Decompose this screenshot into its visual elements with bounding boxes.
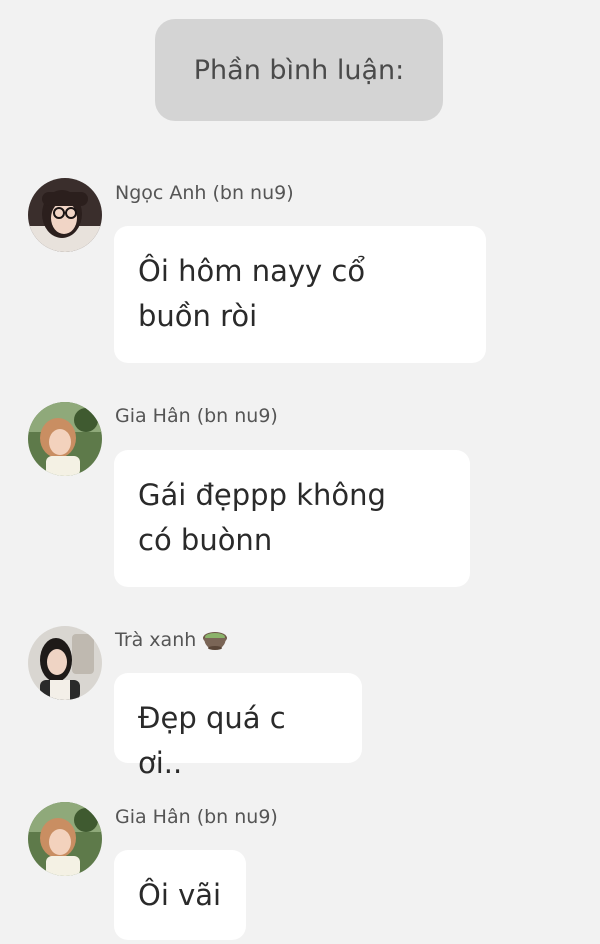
comment-bubble[interactable]: Gái đẹppp không có buònn — [114, 450, 470, 587]
avatar[interactable] — [28, 802, 102, 876]
comment-author[interactable]: Gia Hân (bn nu9) — [115, 405, 278, 427]
comment-text-line: Ôi vãi — [138, 878, 222, 912]
avatar[interactable] — [28, 626, 102, 700]
comment-author[interactable]: Trà xanh — [115, 629, 228, 656]
comment-text-line: Ôi hôm nayy cổ — [138, 254, 366, 288]
comment-text-line: Đẹp quá c ơi.. — [138, 701, 286, 780]
comments-section-title: Phần bình luận: — [155, 19, 443, 121]
avatar[interactable] — [28, 402, 102, 476]
comment-text-line: có buònn — [138, 523, 273, 557]
comment-author[interactable]: Gia Hân (bn nu9) — [115, 806, 278, 828]
comment-author-name: Trà xanh — [115, 629, 197, 651]
avatar-photo-outdoor-icon — [28, 402, 102, 476]
comment-text-line: Gái đẹppp không — [138, 478, 386, 512]
comment-bubble[interactable]: Ôi vãi — [114, 850, 246, 940]
matcha-tea-icon — [202, 629, 228, 656]
avatar[interactable] — [28, 178, 102, 252]
comment-bubble[interactable]: Đẹp quá c ơi.. — [114, 673, 362, 780]
comment-bubble[interactable]: Ôi hôm nayy cổ buồn ròi — [114, 226, 486, 363]
avatar-photo-outdoor-icon — [28, 802, 102, 876]
comments-section-title-text: Phần bình luận: — [193, 54, 405, 86]
comment-author[interactable]: Ngọc Anh (bn nu9) — [115, 182, 294, 204]
avatar-photo-glasses-icon — [28, 178, 102, 252]
comment-text-line: buồn ròi — [138, 299, 258, 333]
avatar-photo-mirror-selfie-icon — [28, 626, 102, 700]
